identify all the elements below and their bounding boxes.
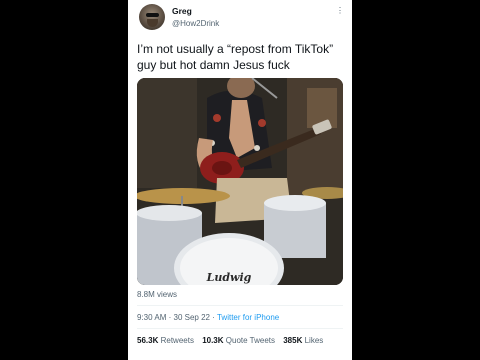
- drum-logo: Ludwig: [206, 271, 252, 284]
- retweets-stat[interactable]: 56.3K Retweets: [137, 336, 194, 345]
- user-handle[interactable]: @How2Drink: [172, 19, 219, 28]
- separator: ·: [212, 313, 215, 322]
- retweets-label: Retweets: [160, 336, 194, 345]
- likes-count: 385K: [283, 336, 303, 345]
- divider: [137, 328, 343, 329]
- separator: ·: [168, 313, 172, 322]
- view-count: 8.8M views: [137, 290, 178, 299]
- quotes-stat[interactable]: 10.3K Quote Tweets: [202, 336, 275, 345]
- retweets-count: 56.3K: [137, 336, 159, 345]
- tweet-card: Greg @How2Drink ⋮ I’m not usually a “rep…: [128, 0, 352, 360]
- quotes-label: Quote Tweets: [225, 336, 275, 345]
- avatar[interactable]: [139, 4, 165, 30]
- tweet-meta: 9:30 AM · 30 Sep 22 · Twitter for iPhone: [137, 313, 279, 322]
- tweet-stats: 56.3K Retweets 10.3K Quote Tweets 385K L…: [137, 336, 329, 345]
- video-frame: Ludwig: [137, 78, 343, 285]
- tweet-time[interactable]: 9:30 AM: [137, 313, 166, 322]
- tweet-source[interactable]: Twitter for iPhone: [217, 313, 279, 322]
- likes-stat[interactable]: 385K Likes: [283, 336, 323, 345]
- tweet-text: I’m not usually a “repost from TikTok” g…: [137, 42, 334, 72]
- tweet-video[interactable]: Ludwig: [137, 78, 343, 285]
- user-name[interactable]: Greg: [172, 6, 192, 16]
- likes-label: Likes: [304, 336, 324, 345]
- divider: [137, 305, 343, 306]
- more-icon[interactable]: ⋮: [336, 6, 344, 15]
- tweet-date[interactable]: 30 Sep 22: [174, 313, 210, 322]
- quotes-count: 10.3K: [202, 336, 224, 345]
